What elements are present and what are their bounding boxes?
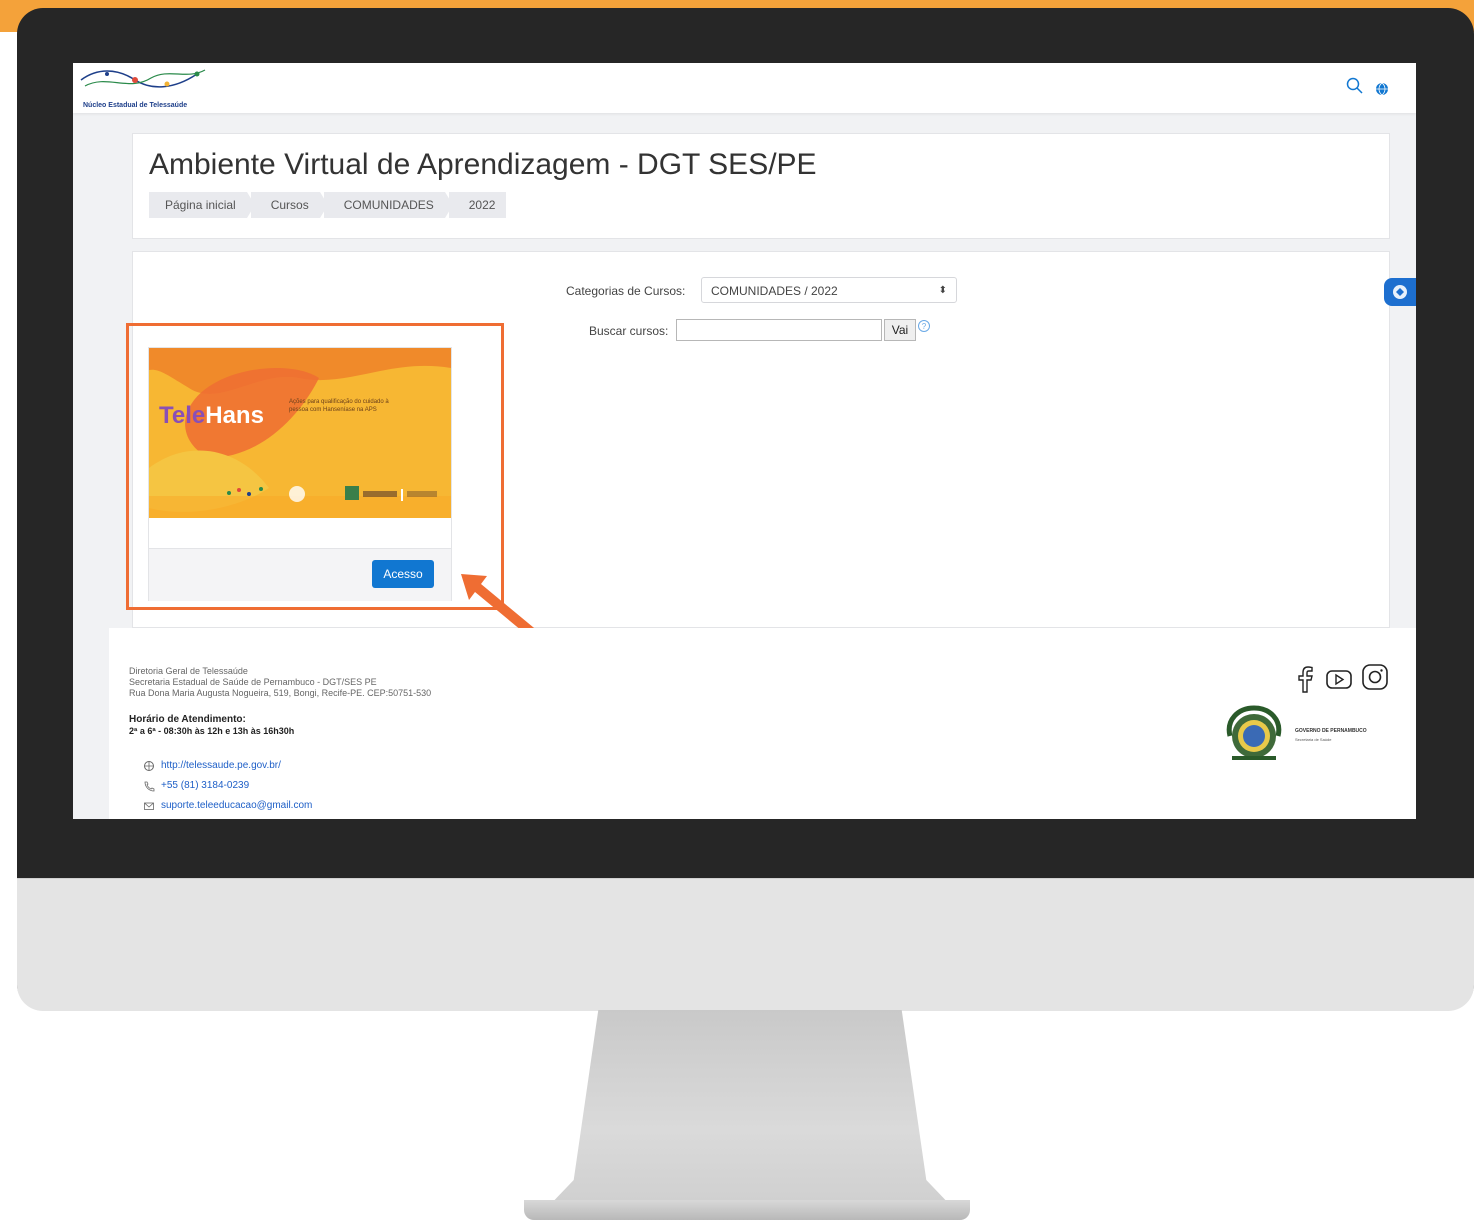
category-label: Categorias de Cursos:	[566, 284, 686, 298]
footer-org-info: Diretoria Geral de Telessaúde Secretaria…	[129, 666, 431, 699]
footer-hours: 2ª a 6ª - 08:30h às 12h e 13h às 16h30h	[129, 726, 295, 736]
hand-accessibility-icon	[1393, 285, 1407, 299]
phone-icon	[144, 781, 155, 792]
search-courses-label: Buscar cursos:	[589, 324, 669, 338]
browser-screen: Núcleo Estadual de Telessaúde Ambiente V…	[73, 63, 1416, 819]
instagram-icon[interactable]	[1360, 662, 1390, 692]
pernambuco-seal-icon	[1226, 705, 1282, 760]
logo-text: Núcleo Estadual de Telessaúde	[83, 102, 188, 109]
breadcrumb-item-home[interactable]: Página inicial	[149, 192, 255, 218]
facebook-icon[interactable]	[1290, 664, 1320, 694]
monitor-stand-base	[524, 1200, 970, 1220]
footer-org-line-2: Secretaria Estadual de Saúde de Pernambu…	[129, 677, 377, 687]
footer-org-line-3: Rua Dona Maria Augusta Nogueira, 519, Bo…	[129, 688, 432, 698]
footer-phone[interactable]: +55 (81) 3184-0239	[161, 780, 249, 791]
select-arrows-icon: ⬍	[938, 285, 947, 296]
highlight-box	[126, 323, 504, 610]
category-select-value: COMUNIDADES / 2022	[711, 284, 838, 298]
monitor-stand	[545, 1010, 955, 1210]
search-icon[interactable]	[1345, 76, 1365, 96]
monitor-chin	[17, 878, 1474, 1011]
footer-hours-title: Horário de Atendimento:	[129, 714, 246, 725]
category-select[interactable]: COMUNIDADES / 2022 ⬍	[701, 277, 957, 303]
breadcrumb-item-communities[interactable]: COMUNIDADES	[323, 192, 453, 218]
site-logo[interactable]: Núcleo Estadual de Telessaúde	[77, 66, 217, 112]
accessibility-icon[interactable]	[1384, 278, 1416, 306]
top-navbar: Núcleo Estadual de Telessaúde	[73, 63, 1416, 113]
gov-subtitle: Secretaria de Saúde	[1295, 737, 1332, 742]
youtube-icon[interactable]	[1324, 664, 1354, 694]
breadcrumb-item-courses[interactable]: Cursos	[250, 192, 328, 218]
mail-icon	[144, 802, 154, 810]
footer-org-line-1: Diretoria Geral de Telessaúde	[129, 666, 248, 676]
page-title: Ambiente Virtual de Aprendizagem - DGT S…	[149, 148, 817, 181]
svg-text:?: ?	[922, 322, 927, 331]
breadcrumb: Página inicial Cursos COMUNIDADES 2022	[149, 192, 510, 218]
network-logo-icon	[80, 69, 206, 88]
globe-icon[interactable]	[1375, 82, 1389, 96]
search-courses-input[interactable]	[676, 319, 882, 341]
help-icon[interactable]: ?	[917, 319, 931, 333]
footer-email-link[interactable]: suporte.teleeducacao@gmail.com	[161, 800, 312, 811]
footer-website-link[interactable]: http://telessaude.pe.gov.br/	[161, 760, 281, 771]
breadcrumb-item-year[interactable]: 2022	[448, 192, 507, 218]
page-header: Ambiente Virtual de Aprendizagem - DGT S…	[132, 133, 1390, 239]
search-go-button[interactable]: Vai	[884, 319, 916, 341]
web-icon	[144, 761, 154, 771]
gov-name: GOVERNO DE PERNAMBUCO	[1295, 728, 1367, 734]
page-footer: Diretoria Geral de Telessaúde Secretaria…	[109, 628, 1416, 819]
